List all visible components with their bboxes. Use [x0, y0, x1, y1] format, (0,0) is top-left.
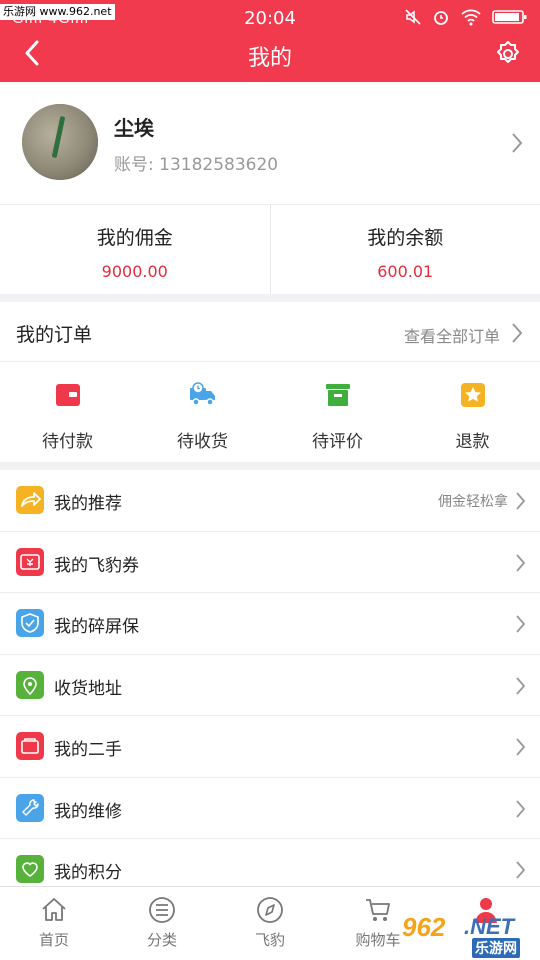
compass-icon	[257, 897, 283, 923]
tab-label: 分类	[146, 931, 177, 949]
star-icon	[460, 383, 485, 407]
balance-label: 我的余额	[367, 227, 444, 249]
order-tab-label: 退款	[455, 432, 490, 452]
order-tab-refund[interactable]: 退款	[405, 362, 540, 462]
logo-suffix: .NET	[464, 914, 515, 939]
chevron-right-icon	[516, 553, 526, 572]
chevron-right-icon	[516, 492, 526, 510]
commission-label: 我的佣金	[96, 227, 173, 249]
alarm-icon	[434, 11, 448, 25]
shield-icon	[16, 609, 44, 637]
menu-item-label: 我的二手	[54, 740, 122, 760]
gear-icon[interactable]	[494, 40, 522, 68]
commission-value: 9000.00	[101, 262, 168, 281]
page-title: 我的	[247, 46, 292, 71]
view-all-orders-link[interactable]: 查看全部订单	[404, 323, 500, 347]
menu-item-label: 我的维修	[54, 801, 122, 822]
menu-item-recommend[interactable]: 我的推荐 佣金轻松拿	[0, 470, 540, 532]
menu-item-repair[interactable]: 我的维修	[0, 778, 540, 839]
menu-item-screen-protection[interactable]: 我的碎屏保	[0, 593, 540, 655]
chevron-right-icon	[516, 738, 526, 756]
orders-header[interactable]: 我的订单 查看全部订单	[0, 302, 540, 362]
tab-label: 首页	[38, 931, 69, 949]
mute-icon	[405, 9, 421, 25]
cart-icon	[366, 899, 390, 921]
wrench-icon	[16, 793, 44, 822]
home-icon	[42, 898, 66, 921]
chevron-right-icon	[516, 615, 526, 633]
location-icon	[16, 670, 44, 699]
top-bar: Gıııı 4Gıııı 乐游网 www.962.net 20:04 我的	[0, 0, 540, 82]
order-tab-pending-receipt[interactable]: 待收货	[135, 362, 270, 462]
username: 尘埃	[114, 116, 154, 140]
chevron-right-icon	[512, 133, 523, 153]
chevron-right-icon	[512, 323, 523, 343]
menu-item-hint: 佣金轻松拿	[438, 494, 508, 510]
menu-item-label: 我的推荐	[54, 494, 122, 514]
list-icon	[149, 897, 175, 923]
status-icons	[404, 8, 528, 26]
order-tab-label: 待付款	[42, 432, 93, 452]
folder-icon	[16, 732, 44, 760]
avatar	[22, 104, 98, 180]
commission-item[interactable]: 我的佣金 9000.00	[0, 205, 270, 294]
menu-list: 我的推荐 佣金轻松拿 我的飞豹券 我的碎屏保 收货地址 我的二手 我的维修 我的…	[0, 470, 540, 886]
balance-item[interactable]: 我的余额 600.01	[269, 205, 540, 294]
menu-item-label: 我的积分	[54, 863, 122, 883]
tab-home[interactable]: 首页	[0, 887, 108, 960]
menu-item-secondhand[interactable]: 我的二手	[0, 716, 540, 778]
wifi-icon	[461, 9, 481, 26]
tab-label: 飞豹	[254, 931, 285, 949]
chevron-right-icon	[516, 861, 526, 879]
menu-item-address[interactable]: 收货地址	[0, 655, 540, 716]
account-number: 账号: 13182583620	[114, 155, 279, 175]
coupon-icon	[16, 547, 44, 576]
chevron-right-icon	[516, 799, 526, 818]
status-bar: Gıııı 4Gıııı 乐游网 www.962.net 20:04	[0, 0, 540, 34]
heart-icon	[16, 855, 44, 883]
watermark-logo: 962 .NET 乐游网	[402, 912, 532, 958]
battery-icon	[492, 10, 527, 24]
menu-item-label: 我的飞豹券	[54, 555, 139, 576]
order-tab-label: 待评价	[312, 432, 363, 452]
truck-icon	[189, 382, 215, 406]
tab-category[interactable]: 分类	[108, 887, 216, 960]
menu-item-coupon[interactable]: 我的飞豹券	[0, 532, 540, 593]
menu-item-points[interactable]: 我的积分	[0, 839, 540, 886]
order-status-tabs: 待付款 待收货 待评价 退款	[0, 362, 540, 462]
chevron-right-icon	[516, 676, 526, 695]
tab-feibao[interactable]: 飞豹	[216, 887, 324, 960]
wallet-icon	[55, 384, 80, 406]
logo-brand: 962	[402, 912, 446, 942]
menu-item-label: 我的碎屏保	[54, 617, 139, 637]
order-tab-label: 待收货	[177, 432, 228, 452]
profile-card[interactable]: 尘埃 账号: 13182583620	[0, 82, 540, 204]
orders-section: 我的订单 查看全部订单 待付款 待收货 待评价 退款	[0, 302, 540, 462]
balance-value: 600.01	[377, 262, 434, 281]
order-tab-pending-review[interactable]: 待评价	[270, 362, 405, 462]
share-icon	[16, 486, 44, 514]
box-icon	[325, 384, 350, 406]
menu-item-label: 收货地址	[54, 678, 122, 699]
order-tab-pending-payment[interactable]: 待付款	[0, 362, 135, 462]
orders-title: 我的订单	[16, 324, 93, 346]
logo-site: 乐游网	[472, 938, 520, 958]
finance-summary: 我的佣金 9000.00 我的余额 600.01	[0, 204, 540, 294]
